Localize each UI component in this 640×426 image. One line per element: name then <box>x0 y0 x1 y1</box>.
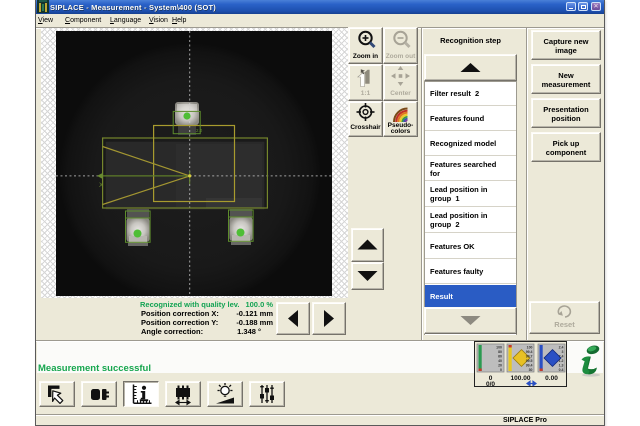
svg-text:X: X <box>99 182 104 189</box>
svg-text:100.00: 100.00 <box>511 375 531 382</box>
svg-text:0/0: 0/0 <box>486 381 495 386</box>
svg-text:3: 3 <box>562 350 564 354</box>
svg-text:20: 20 <box>498 364 502 368</box>
svg-text:100: 100 <box>496 346 502 350</box>
svg-text:0.4: 0.4 <box>559 368 564 372</box>
svg-text:60: 60 <box>498 355 502 359</box>
svg-text:100: 100 <box>527 346 533 350</box>
svg-text:7.4: 7.4 <box>559 355 564 359</box>
svg-text:30: 30 <box>529 368 533 372</box>
svg-text:40: 40 <box>498 359 502 363</box>
svg-text:80: 80 <box>498 350 502 354</box>
svg-text:2.4: 2.4 <box>559 346 564 350</box>
svg-text:0: 0 <box>500 368 502 372</box>
svg-text:99.5: 99.5 <box>526 359 533 363</box>
svg-text:1.2: 1.2 <box>559 359 564 363</box>
svg-text:1.3: 1.3 <box>559 364 564 368</box>
svg-text:2.0: 2.0 <box>196 128 203 133</box>
svg-text:99.4: 99.4 <box>526 350 533 354</box>
svg-text:0.00: 0.00 <box>545 375 558 382</box>
svg-text:99.4: 99.4 <box>526 364 533 368</box>
svg-text:99.7: 99.7 <box>526 355 533 359</box>
